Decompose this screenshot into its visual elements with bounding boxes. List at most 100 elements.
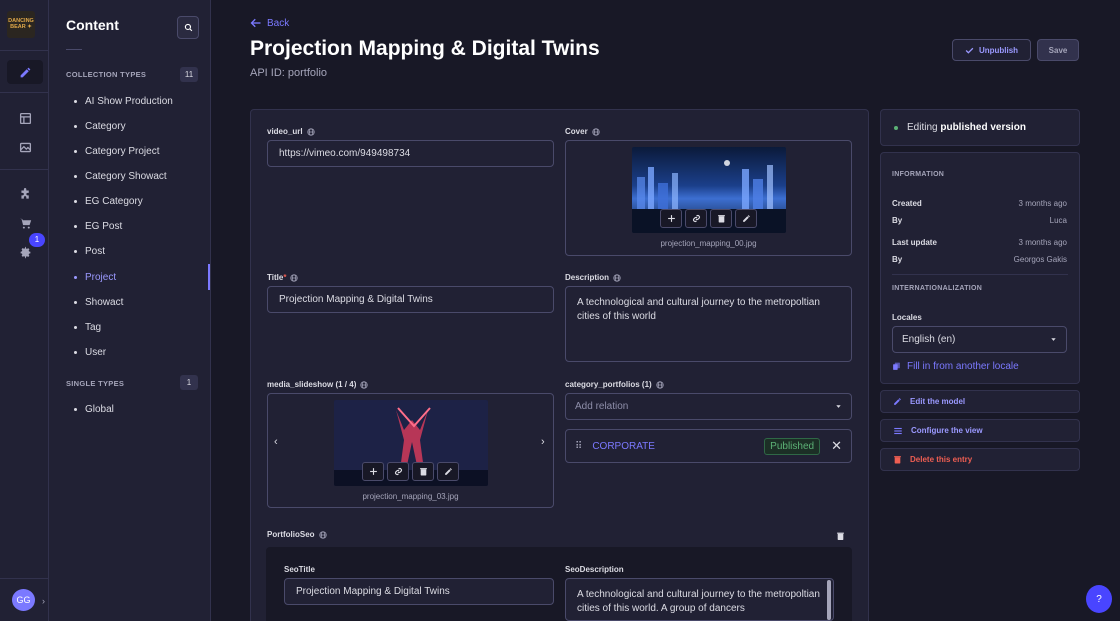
delete-asset-button[interactable] (412, 462, 434, 481)
created-value: 3 months ago (1018, 199, 1067, 208)
created-by-label: By (892, 216, 903, 225)
plus-icon (667, 215, 675, 222)
edit-model-button[interactable]: Edit the model (880, 390, 1080, 413)
nav-item-category-project[interactable]: Category Project (66, 141, 210, 161)
nav-item-eg-post[interactable]: EG Post (66, 216, 210, 236)
updated-by-label: By (892, 255, 903, 264)
rail-divider (0, 50, 49, 51)
globe-icon (360, 380, 368, 389)
editing-status-card: Editing published version (880, 109, 1080, 146)
nav-item-user[interactable]: User (66, 342, 210, 362)
trash-icon (419, 468, 427, 476)
edit-asset-button[interactable] (735, 209, 757, 228)
category-portfolios-label: category_portfolios (1) (565, 380, 664, 389)
video-url-label: video_url (267, 127, 315, 136)
nav-item-post[interactable]: Post (66, 241, 210, 261)
delete-asset-button[interactable] (710, 209, 732, 228)
user-avatar[interactable]: GG (12, 589, 35, 611)
last-update-label: Last update (892, 238, 937, 247)
delete-entry-button[interactable]: Delete this entry (880, 448, 1080, 471)
plus-icon (369, 468, 377, 475)
created-label: Created (892, 199, 922, 208)
last-update-value: 3 months ago (1018, 238, 1067, 247)
next-arrow-icon[interactable]: › (541, 436, 545, 448)
relation-item[interactable]: ⠿ CORPORATE Published ✕ (565, 429, 852, 463)
trash-icon (894, 456, 901, 464)
cover-label: Cover (565, 127, 600, 136)
cover-media-toolbar (660, 209, 757, 228)
nav-item-eg-category[interactable]: EG Category (66, 191, 210, 211)
content-navigation: Content COLLECTION TYPES 11 AI Show Prod… (49, 0, 211, 621)
trash-icon (717, 215, 725, 223)
globe-icon (318, 530, 327, 539)
seo-description-textarea[interactable]: A technological and cultural journey to … (565, 578, 834, 621)
description-textarea[interactable]: A technological and cultural journey to … (565, 286, 852, 362)
locales-label: Locales (892, 313, 922, 322)
nav-item-tag[interactable]: Tag (66, 317, 210, 337)
internationalization-heading: INTERNATIONALIZATION (892, 285, 983, 292)
app-logo[interactable]: DANCING BEAR ✦ (7, 11, 35, 38)
nav-divider (66, 49, 82, 50)
nav-item-global[interactable]: Global (66, 399, 210, 419)
seo-description-label: SeoDescription (565, 565, 624, 574)
nav-item-ai-show-production[interactable]: AI Show Production (66, 91, 210, 111)
globe-icon (613, 273, 621, 282)
back-link[interactable]: Back (250, 17, 289, 29)
copy-icon (893, 362, 900, 370)
created-by-value: Luca (1049, 216, 1067, 225)
media-slideshow-box[interactable]: ‹ › projection_mapping_03.jpg (267, 393, 554, 508)
main-rail: DANCING BEAR ✦ 1 GG › (0, 0, 49, 621)
content-manager-icon[interactable] (7, 60, 43, 84)
delete-component-trash-icon[interactable] (836, 531, 845, 541)
save-button[interactable]: Save (1037, 39, 1079, 61)
drag-handle-icon[interactable]: ⠿ (575, 441, 582, 452)
link-icon (692, 214, 700, 223)
copy-link-button[interactable] (685, 209, 707, 228)
seo-title-input[interactable]: Projection Mapping & Digital Twins (284, 578, 554, 605)
help-button[interactable]: ? (1086, 585, 1112, 613)
nav-item-showact[interactable]: Showact (66, 292, 210, 312)
expand-chevron-icon[interactable]: › (42, 596, 45, 606)
rail-divider (0, 92, 49, 93)
content-type-builder-icon[interactable] (7, 106, 43, 130)
plugins-icon[interactable] (7, 182, 43, 206)
add-asset-button[interactable] (660, 209, 682, 228)
cover-media-box[interactable]: projection_mapping_00.jpg (565, 140, 852, 256)
seo-title-label: SeoTitle (284, 565, 315, 574)
caret-down-icon (836, 405, 841, 408)
edit-asset-button[interactable] (437, 462, 459, 481)
portfolio-seo-label: PortfolioSeo (267, 530, 327, 539)
marketplace-cart-icon[interactable] (7, 211, 43, 235)
copy-link-button[interactable] (387, 462, 409, 481)
info-divider (892, 274, 1068, 275)
textarea-scrollbar[interactable] (827, 580, 831, 620)
arrow-left-icon (250, 18, 261, 28)
locale-select[interactable]: English (en) (892, 326, 1067, 353)
unpublish-button[interactable]: Unpublish (952, 39, 1031, 61)
relation-link[interactable]: CORPORATE (592, 441, 764, 452)
search-button[interactable] (177, 16, 199, 39)
media-library-icon[interactable] (7, 135, 43, 159)
video-url-input[interactable]: https://vimeo.com/949498734 (267, 140, 554, 167)
remove-relation-close-icon[interactable]: ✕ (831, 438, 842, 454)
single-types-count: 1 (180, 375, 198, 390)
globe-icon (306, 127, 315, 136)
title-label: Title* (267, 273, 299, 282)
configure-view-button[interactable]: Configure the view (880, 419, 1080, 442)
add-relation-select[interactable]: Add relation (565, 393, 852, 420)
caret-down-icon (1051, 338, 1056, 341)
globe-icon (656, 380, 664, 389)
search-icon (184, 23, 192, 32)
nav-item-category[interactable]: Category (66, 116, 210, 136)
settings-gear-icon[interactable] (7, 240, 43, 264)
api-id: API ID: portfolio (250, 67, 328, 79)
slideshow-filename: projection_mapping_03.jpg (362, 492, 459, 501)
previous-arrow-icon[interactable]: ‹ (274, 436, 278, 448)
nav-item-category-showact[interactable]: Category Showact (66, 166, 210, 186)
nav-item-project[interactable]: Project (66, 267, 210, 287)
fill-from-locale-link[interactable]: Fill in from another locale (892, 361, 1019, 372)
title-input[interactable]: Projection Mapping & Digital Twins (267, 286, 554, 313)
add-asset-button[interactable] (362, 462, 384, 481)
pencil-icon (444, 468, 452, 475)
collection-types-count: 11 (180, 67, 198, 82)
